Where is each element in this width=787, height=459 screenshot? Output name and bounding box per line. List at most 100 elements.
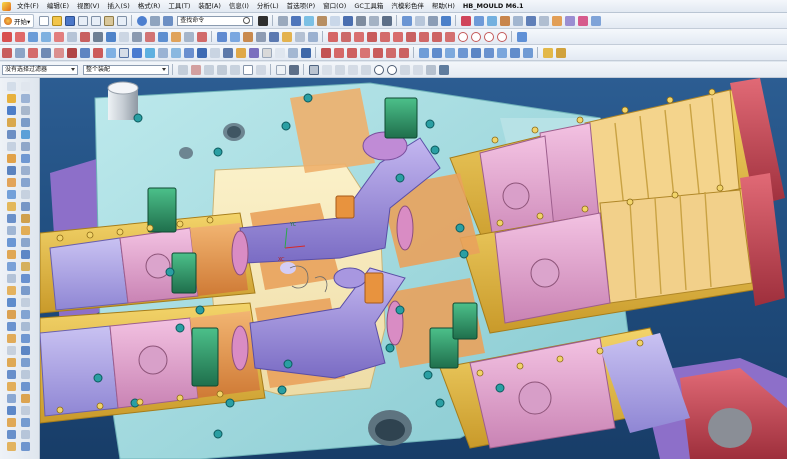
snap-existing-point-icon[interactable] bbox=[425, 64, 436, 75]
add-component-icon[interactable] bbox=[555, 47, 566, 58]
snap-settings-icon[interactable] bbox=[438, 64, 449, 75]
ejector-icon[interactable] bbox=[525, 15, 536, 26]
mould-wizard-icon[interactable] bbox=[460, 15, 471, 26]
measure-angle-icon[interactable] bbox=[274, 47, 285, 58]
split-body-icon[interactable] bbox=[196, 47, 207, 58]
hidden-edges-icon[interactable] bbox=[381, 15, 392, 26]
mold-tool-ak-icon[interactable] bbox=[6, 370, 16, 379]
rotate-icon[interactable] bbox=[329, 15, 340, 26]
show-icon[interactable] bbox=[440, 15, 451, 26]
mold-tool-o-icon[interactable] bbox=[6, 238, 16, 247]
curve-rule-icon[interactable] bbox=[229, 64, 240, 75]
bounded-plane-icon[interactable] bbox=[398, 47, 409, 58]
mold-tool-ah-icon[interactable] bbox=[20, 346, 30, 355]
mold-tool-l-icon[interactable] bbox=[20, 214, 30, 223]
repeat-command-icon[interactable] bbox=[162, 15, 173, 26]
mold-tool-ao-icon[interactable] bbox=[6, 394, 16, 403]
sketch-fillet-icon[interactable] bbox=[405, 31, 416, 42]
mold-tool-at-icon[interactable] bbox=[20, 418, 30, 427]
assembly-navigator-icon[interactable] bbox=[6, 94, 16, 103]
mold-tool-af-icon[interactable] bbox=[20, 334, 30, 343]
insert-icon[interactable] bbox=[512, 15, 523, 26]
mold-tool-al-icon[interactable] bbox=[20, 370, 30, 379]
mold-tool-aq-icon[interactable] bbox=[6, 406, 16, 415]
start-button[interactable]: 开始▾ bbox=[0, 13, 35, 28]
pan-icon[interactable] bbox=[316, 15, 327, 26]
menu-gc-toolkit[interactable]: GC工具箱 bbox=[350, 0, 387, 12]
intersect-curve-icon[interactable] bbox=[170, 31, 181, 42]
text-icon[interactable] bbox=[92, 31, 103, 42]
mold-tool-av-icon[interactable] bbox=[20, 430, 30, 439]
mold-tool-i-icon[interactable] bbox=[6, 202, 16, 211]
swept-icon[interactable] bbox=[372, 47, 383, 58]
subtract-icon[interactable] bbox=[92, 47, 103, 58]
menu-preferences[interactable]: 首选项(P) bbox=[283, 0, 320, 12]
mold-tool-5-icon[interactable] bbox=[470, 47, 481, 58]
sync-model-icon[interactable] bbox=[516, 31, 527, 42]
mold-tool-au-icon[interactable] bbox=[6, 430, 16, 439]
paste-icon[interactable] bbox=[103, 15, 114, 26]
sketch-offset-icon[interactable] bbox=[444, 31, 455, 42]
mold-tool-w-icon[interactable] bbox=[6, 286, 16, 295]
mold-tool-aa-icon[interactable] bbox=[6, 310, 16, 319]
mold-tool-ap-icon[interactable] bbox=[20, 394, 30, 403]
mold-tool-z-icon[interactable] bbox=[20, 298, 30, 307]
unite-icon[interactable] bbox=[79, 47, 90, 58]
trim-body-icon[interactable] bbox=[183, 47, 194, 58]
layer-settings-icon[interactable] bbox=[401, 15, 412, 26]
menu-analysis[interactable]: 分析(L) bbox=[253, 0, 283, 12]
mold-tool-q-icon[interactable] bbox=[6, 250, 16, 259]
snap-intersection-icon[interactable] bbox=[399, 64, 410, 75]
draft-icon[interactable] bbox=[170, 47, 181, 58]
mold-tool-ae-icon[interactable] bbox=[6, 334, 16, 343]
menu-format[interactable]: 格式(R) bbox=[134, 0, 165, 12]
hole-icon[interactable] bbox=[242, 31, 253, 42]
select-chain-icon[interactable] bbox=[255, 64, 266, 75]
menu-edit[interactable]: 编辑(E) bbox=[43, 0, 73, 12]
display-mode-icon[interactable] bbox=[368, 15, 379, 26]
snap-center-icon[interactable] bbox=[373, 64, 384, 75]
replace-face-icon[interactable] bbox=[222, 47, 233, 58]
mold-tool-an-icon[interactable] bbox=[20, 382, 30, 391]
constraint-navigator-icon[interactable] bbox=[20, 94, 30, 103]
mold-tool-8-icon[interactable] bbox=[509, 47, 520, 58]
n-sided-surface-icon[interactable] bbox=[385, 47, 396, 58]
menu-assembly[interactable]: 装配(A) bbox=[194, 0, 225, 12]
mold-tool-v-icon[interactable] bbox=[20, 274, 30, 283]
offset-face-icon[interactable] bbox=[209, 47, 220, 58]
surface-icon[interactable] bbox=[320, 47, 331, 58]
mold-tool-g-icon[interactable] bbox=[6, 190, 16, 199]
mold-tool-t-icon[interactable] bbox=[20, 262, 30, 271]
open-folder-icon[interactable] bbox=[51, 15, 62, 26]
boss-icon[interactable] bbox=[255, 31, 266, 42]
select-feature-icon[interactable] bbox=[118, 47, 129, 58]
datum-axis-icon[interactable] bbox=[14, 47, 25, 58]
mold-tool-ar-icon[interactable] bbox=[20, 406, 30, 415]
measure-body-icon[interactable] bbox=[287, 47, 298, 58]
circle-icon[interactable] bbox=[27, 31, 38, 42]
system-materials-icon[interactable] bbox=[20, 118, 30, 127]
slot-icon[interactable] bbox=[294, 31, 305, 42]
menu-file[interactable]: 文件(F) bbox=[13, 0, 43, 12]
helix-icon[interactable] bbox=[183, 31, 194, 42]
mold-tool-4-icon[interactable] bbox=[457, 47, 468, 58]
redo-icon[interactable] bbox=[149, 15, 160, 26]
snap-endpoint-icon[interactable] bbox=[308, 64, 319, 75]
undo-selection-icon[interactable] bbox=[216, 64, 227, 75]
mold-tool-e-icon[interactable] bbox=[6, 178, 16, 187]
sketch-ellipse-icon[interactable] bbox=[483, 31, 494, 42]
type-filter-select[interactable]: 没有选择过滤器 bbox=[2, 64, 78, 75]
process-studio-icon[interactable] bbox=[6, 130, 16, 139]
menu-help[interactable]: 帮助(H) bbox=[428, 0, 459, 12]
spline-icon[interactable] bbox=[79, 31, 90, 42]
mold-tool-ag-icon[interactable] bbox=[6, 346, 16, 355]
mold-tool-b-icon[interactable] bbox=[20, 154, 30, 163]
sketch-profile-icon[interactable] bbox=[366, 31, 377, 42]
snap-control-icon[interactable] bbox=[360, 64, 371, 75]
graphics-viewport[interactable]: XC YC bbox=[40, 78, 787, 459]
mold-tool-n-icon[interactable] bbox=[20, 226, 30, 235]
menu-view[interactable]: 视图(V) bbox=[73, 0, 104, 12]
select-all-icon[interactable] bbox=[177, 64, 188, 75]
command-search-input[interactable]: 查找命令 bbox=[177, 15, 254, 26]
project-curve-icon[interactable] bbox=[157, 31, 168, 42]
